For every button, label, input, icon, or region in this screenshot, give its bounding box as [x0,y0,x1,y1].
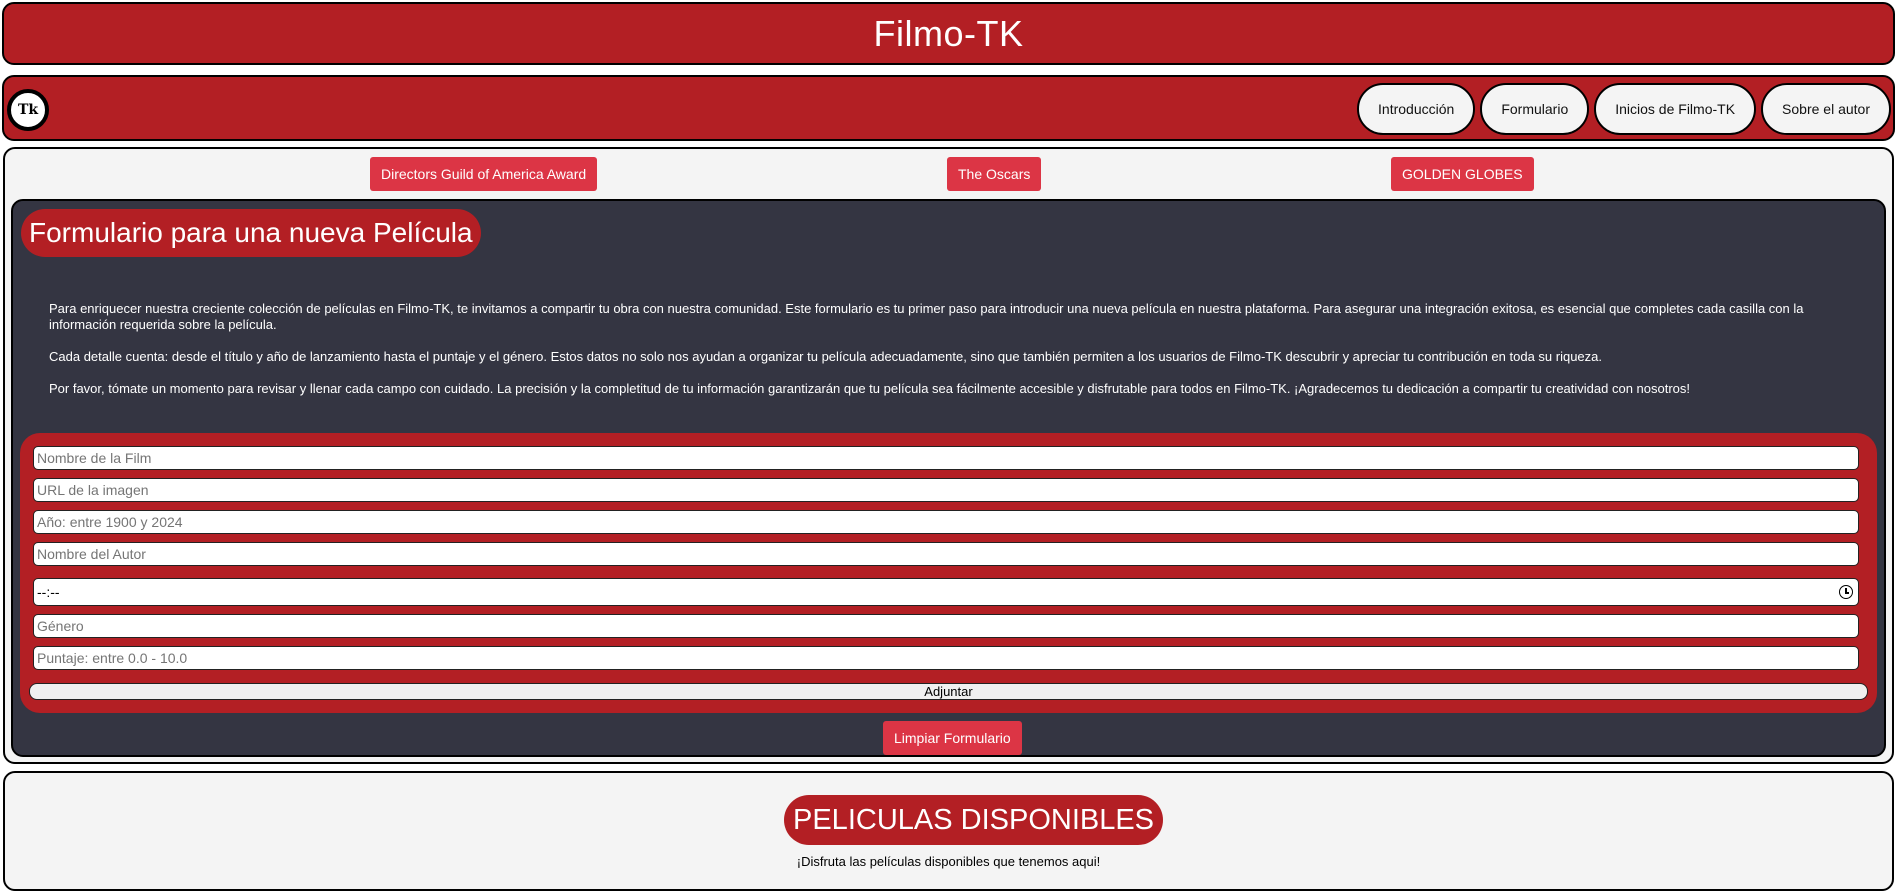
description-paragraph: Cada detalle cuenta: desde el título y a… [49,349,1602,364]
movies-title: PELICULAS DISPONIBLES [784,795,1164,845]
clock-icon[interactable] [1839,585,1853,599]
movie-form: Nombre de la Film URL de la imagen Año: … [20,433,1877,713]
duration-time-input[interactable]: --:-- [33,578,1859,606]
duration-value: --:-- [37,584,60,600]
clear-form-button[interactable]: Limpiar Formulario [883,721,1022,755]
logo[interactable]: Tk [7,89,49,131]
nav-links: Introducción Formulario Inicios de Filmo… [1357,83,1891,135]
movies-section: PELICULAS DISPONIBLES ¡Disfruta las pelí… [3,771,1894,891]
movies-subtitle: ¡Disfruta las películas disponibles que … [796,854,1101,869]
nav-sobre-el-autor[interactable]: Sobre el autor [1761,83,1891,135]
navbar: Tk Introducción Formulario Inicios de Fi… [2,75,1895,141]
image-url-input[interactable]: URL de la imagen [33,478,1859,502]
form-title: Formulario para una nueva Película [21,209,481,257]
nav-formulario[interactable]: Formulario [1480,83,1590,135]
description-paragraph: Para enriquecer nuestra creciente colecc… [49,301,1804,332]
nav-inicios[interactable]: Inicios de Filmo-TK [1594,83,1757,135]
score-input[interactable]: Puntaje: entre 0.0 - 10.0 [33,646,1859,670]
genre-input[interactable]: Género [33,614,1859,638]
form-description: Para enriquecer nuestra creciente colecc… [49,301,1849,413]
main-section: Directors Guild of America Award The Osc… [3,147,1894,764]
author-input[interactable]: Nombre del Autor [33,542,1859,566]
award-oscars-button[interactable]: The Oscars [947,157,1042,191]
film-name-input[interactable]: Nombre de la Film [33,446,1859,470]
form-panel: Formulario para una nueva Película Para … [11,199,1886,757]
submit-button[interactable]: Adjuntar [29,683,1868,700]
site-header: Filmo-TK [2,2,1895,65]
award-dga-button[interactable]: Directors Guild of America Award [370,157,598,191]
description-paragraph: Por favor, tómate un momento para revisa… [49,381,1691,396]
awards-bar: Directors Guild of America Award The Osc… [5,157,1892,191]
award-golden-globes-button[interactable]: GOLDEN GLOBES [1391,157,1534,191]
site-title: Filmo-TK [873,12,1024,54]
year-input[interactable]: Año: entre 1900 y 2024 [33,510,1859,534]
nav-introduccion[interactable]: Introducción [1357,83,1476,135]
